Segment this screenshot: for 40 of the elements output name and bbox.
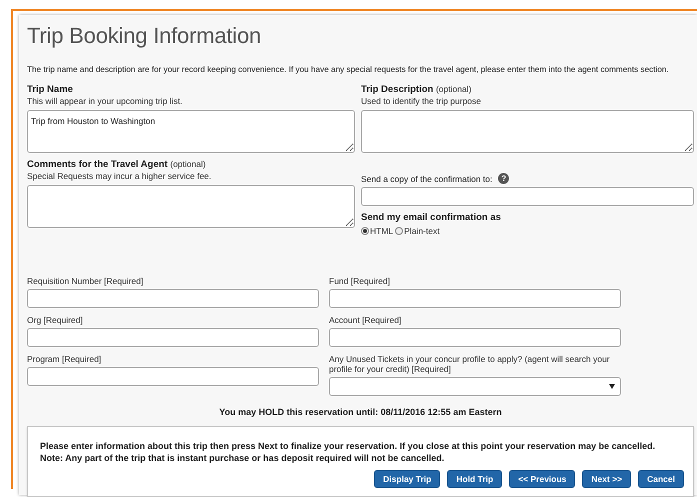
display-trip-button[interactable]: Display Trip: [374, 470, 440, 488]
input-field[interactable]: [27, 328, 319, 347]
page-title: Trip Booking Information: [27, 22, 262, 50]
caret-icon: [609, 384, 615, 389]
note-text: Note: Any part of the trip that is instant purchase or has deposit required will not be cancelled.: [40, 452, 446, 464]
radio-button[interactable]: [395, 227, 404, 235]
field-label: Fund [Required]: [329, 276, 391, 286]
field-label: Program [Required]: [27, 354, 102, 364]
field-label: Account [Required]: [329, 315, 402, 325]
previous-button[interactable]: << Previous: [509, 470, 576, 488]
input-field[interactable]: [27, 289, 319, 308]
hold-notice: You may HOLD this reservation until: 08/11/2016 12:55 am Eastern: [218, 407, 503, 417]
field-label: Requisition Number [Required]: [27, 276, 144, 286]
field-label: Send a copy of the confirmation to:: [361, 174, 492, 184]
text-area[interactable]: [27, 185, 355, 228]
input-field[interactable]: [329, 328, 621, 347]
text-area[interactable]: [361, 110, 694, 153]
field-hint: This will appear in your upcoming trip list.: [27, 96, 184, 106]
field-label: Org [Required]: [27, 315, 84, 325]
help-icon[interactable]: ?: [498, 173, 510, 184]
field-label: Comments for the Travel Agent (optional): [27, 159, 207, 170]
field-label: Trip Description (optional): [361, 84, 472, 95]
radio-label: Plain-text: [404, 226, 440, 236]
input-field[interactable]: [329, 289, 621, 308]
field-hint: Used to identify the trip purpose: [361, 96, 482, 106]
cancel-button[interactable]: Cancel: [638, 470, 684, 488]
input-field[interactable]: [27, 367, 319, 386]
radio-button[interactable]: [361, 227, 369, 235]
dropdown[interactable]: [329, 377, 621, 396]
field-label: Trip Name: [27, 84, 74, 95]
text-area[interactable]: Trip from Houston to Washington: [27, 110, 355, 153]
field-label: Send my email confirmation as: [361, 212, 502, 223]
hold-trip-button[interactable]: Hold Trip: [447, 470, 502, 488]
instruction-text: Please enter information about this trip then press Next to finalize your reservation. If you close at this point your reservation may be cancelled.: [40, 440, 656, 452]
field-label: Any Unused Tickets in your concur profile to apply? (agent will search your profile for your credit) [Required]: [329, 354, 611, 374]
next-button[interactable]: Next >>: [582, 470, 632, 488]
email-field[interactable]: [361, 187, 694, 206]
field-hint: Special Requests may incur a higher service fee.: [27, 171, 212, 181]
intro-text: The trip name and description are for your record keeping convenience. If you have any special requests for the travel agent, please enter them into the agent comments section.: [27, 65, 670, 74]
radio-label: HTML: [370, 226, 394, 236]
